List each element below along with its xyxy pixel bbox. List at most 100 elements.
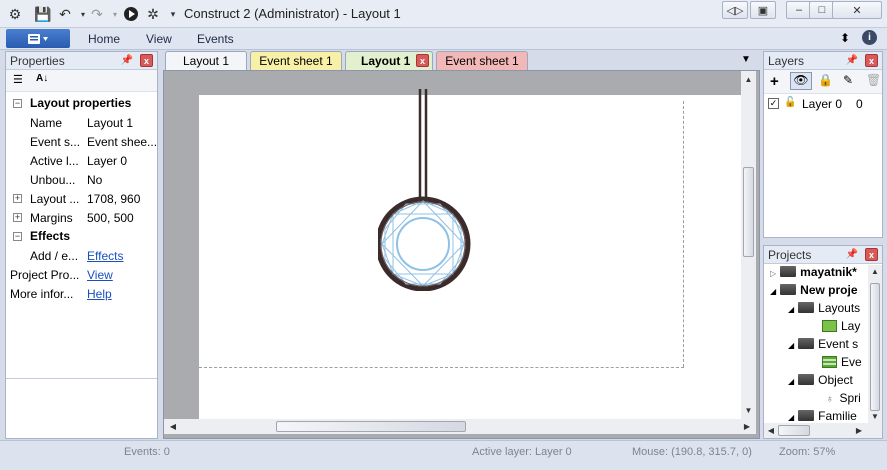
scroll-down-icon[interactable]: ▼ [741, 404, 756, 416]
collapse-arrow-icon[interactable]: ◢ [788, 341, 794, 350]
collapse-icon[interactable]: − [13, 232, 22, 241]
close-button[interactable]: ✕ [832, 1, 882, 19]
collapse-arrow-icon[interactable]: ◢ [788, 377, 794, 386]
layout-view[interactable]: ▲ ▼ ◀ ▶ [163, 70, 760, 439]
title-bar: ⚙ 💾 ↶ ▾ ↷ ▾ ✲ ▾ Construct 2 (Administrat… [0, 0, 887, 28]
scroll-right-icon[interactable]: ▶ [854, 423, 864, 438]
projects-vertical-scrollbar[interactable]: ▲ ▼ [868, 265, 882, 423]
prop-value[interactable]: Layout 1 [87, 116, 157, 130]
collapse-ribbon-icon[interactable]: ⬍ [840, 31, 850, 45]
scroll-left-icon[interactable]: ◀ [766, 423, 776, 438]
vertical-scrollbar[interactable]: ▲ ▼ [741, 71, 756, 419]
effects-section[interactable]: − Effects [6, 227, 158, 246]
expand-arrow-icon[interactable]: ▷ [770, 269, 776, 278]
prop-value[interactable]: 500, 500 [87, 211, 157, 225]
scroll-right-icon[interactable]: ▶ [741, 419, 753, 434]
tab-events[interactable]: Events [197, 32, 234, 46]
horizontal-scroll-thumb[interactable] [276, 421, 466, 432]
layer-visible-checkbox[interactable]: ✓ [768, 98, 779, 109]
close-panel-icon[interactable]: x [140, 54, 153, 67]
save-icon[interactable]: 💾 [34, 5, 52, 23]
redo-icon[interactable]: ↷ [88, 5, 106, 23]
status-active-layer: Active layer: Layer 0 [472, 446, 572, 458]
delete-layer-icon[interactable]: 🗑 [866, 73, 881, 87]
tree-item-layout-1[interactable]: Lay [822, 319, 860, 337]
prop-row-event-sheet[interactable]: Event s... Event shee... [6, 132, 158, 151]
vertical-scroll-thumb[interactable] [743, 167, 754, 257]
prop-row-more-info[interactable]: More infor... Help [6, 284, 158, 303]
tree-item-layouts[interactable]: ◢ Layouts [788, 301, 860, 319]
prop-row-margins[interactable]: + Margins 500, 500 [6, 208, 158, 227]
edit-layer-icon[interactable]: ✎ [843, 73, 853, 87]
collapse-arrow-icon[interactable]: ◢ [788, 305, 794, 314]
projects-scroll-thumb[interactable] [870, 283, 880, 411]
tab-layout-1[interactable]: Layout 1 [165, 51, 247, 70]
layer-name[interactable]: Layer 0 [802, 97, 842, 111]
close-tab-icon[interactable]: x [416, 54, 429, 67]
folder-icon [780, 266, 797, 277]
tree-label: Spri [839, 391, 861, 405]
layout-properties-section[interactable]: − Layout properties [6, 94, 158, 113]
tab-list-dropdown-icon[interactable]: ▼ [741, 54, 751, 65]
horizontal-scrollbar[interactable]: ◀ ▶ [164, 419, 756, 434]
scroll-up-icon[interactable]: ▲ [741, 73, 756, 85]
prop-row-project-properties[interactable]: Project Pro... View [6, 265, 158, 284]
prop-row-unbounded[interactable]: Unbou... No [6, 170, 158, 189]
tab-event-sheet-1[interactable]: Event sheet 1 [250, 51, 342, 70]
tree-item-sprite[interactable]: ♁ Spri [826, 391, 861, 409]
debug-icon[interactable]: ✲ [144, 5, 162, 23]
tree-item-event-sheet-1[interactable]: Eve [822, 355, 862, 373]
projects-h-scroll-thumb[interactable] [778, 425, 810, 436]
layout-icon [822, 320, 837, 332]
pin-icon[interactable]: 📌 [846, 55, 858, 66]
expand-icon[interactable]: + [13, 213, 22, 222]
tree-label: Eve [841, 355, 862, 369]
prop-row-layout-size[interactable]: + Layout ... 1708, 960 [6, 189, 158, 208]
prop-value[interactable]: No [87, 173, 157, 187]
close-panel-icon[interactable]: x [865, 248, 878, 261]
projects-horizontal-scrollbar[interactable]: ◀ ▶ [764, 423, 882, 438]
restore-layout-icon[interactable]: ◁▷ [722, 1, 748, 19]
view-link[interactable]: View [87, 268, 157, 282]
prop-row-active-layer[interactable]: Active l... Layer 0 [6, 151, 158, 170]
close-panel-icon[interactable]: x [865, 54, 878, 67]
tree-item-object-types[interactable]: ◢ Object [788, 373, 853, 391]
collapse-icon[interactable]: − [13, 99, 22, 108]
alphabetical-sort-icon[interactable]: A↓ [36, 73, 48, 84]
expand-icon[interactable]: + [13, 194, 22, 203]
tree-item-mayatnik[interactable]: ▷ mayatnik* [770, 265, 857, 283]
layer-row[interactable]: ✓ 🔓 Layer 0 0 [768, 97, 878, 113]
prop-row-name[interactable]: Name Layout 1 [6, 113, 158, 132]
tree-item-event-sheets[interactable]: ◢ Event s [788, 337, 858, 355]
pin-icon[interactable]: 📌 [121, 55, 133, 66]
help-link[interactable]: Help [87, 287, 157, 301]
pin-icon[interactable]: 📌 [846, 249, 858, 260]
scroll-down-icon[interactable]: ▼ [868, 411, 882, 421]
prop-value[interactable]: Event shee... [87, 135, 157, 149]
add-layer-icon[interactable]: + [770, 73, 779, 90]
eye-icon[interactable]: 👁 [790, 72, 812, 90]
dreamcatcher-sprite[interactable] [378, 89, 478, 291]
collapse-arrow-icon[interactable]: ◢ [788, 413, 794, 422]
tab-home[interactable]: Home [88, 32, 120, 46]
window-list-icon[interactable]: ▣ [750, 1, 776, 19]
collapse-arrow-icon[interactable]: ◢ [770, 287, 776, 296]
prop-value[interactable]: 1708, 960 [87, 192, 157, 206]
undo-icon[interactable]: ↶ [56, 5, 74, 23]
tab-view[interactable]: View [146, 32, 172, 46]
lock-icon[interactable]: 🔒 [818, 73, 833, 87]
info-icon[interactable]: i [862, 30, 877, 45]
prop-value[interactable]: Layer 0 [87, 154, 157, 168]
tab-event-sheet-1-b[interactable]: Event sheet 1 [436, 51, 528, 70]
scroll-up-icon[interactable]: ▲ [868, 266, 882, 276]
layer-lock-icon[interactable]: 🔓 [784, 97, 796, 108]
tree-item-new-project[interactable]: ◢ New proje [770, 283, 858, 301]
file-menu-button[interactable] [6, 29, 70, 48]
quick-access-dropdown-icon[interactable]: ▾ [164, 5, 182, 23]
categorized-sort-icon[interactable]: ☰ [13, 73, 23, 86]
tab-layout-1-active[interactable]: Layout 1 x [345, 51, 433, 70]
prop-row-add-effect[interactable]: Add / e... Effects [6, 246, 158, 265]
run-layout-icon[interactable] [122, 5, 140, 23]
scroll-left-icon[interactable]: ◀ [167, 419, 179, 434]
effects-link[interactable]: Effects [87, 249, 157, 263]
